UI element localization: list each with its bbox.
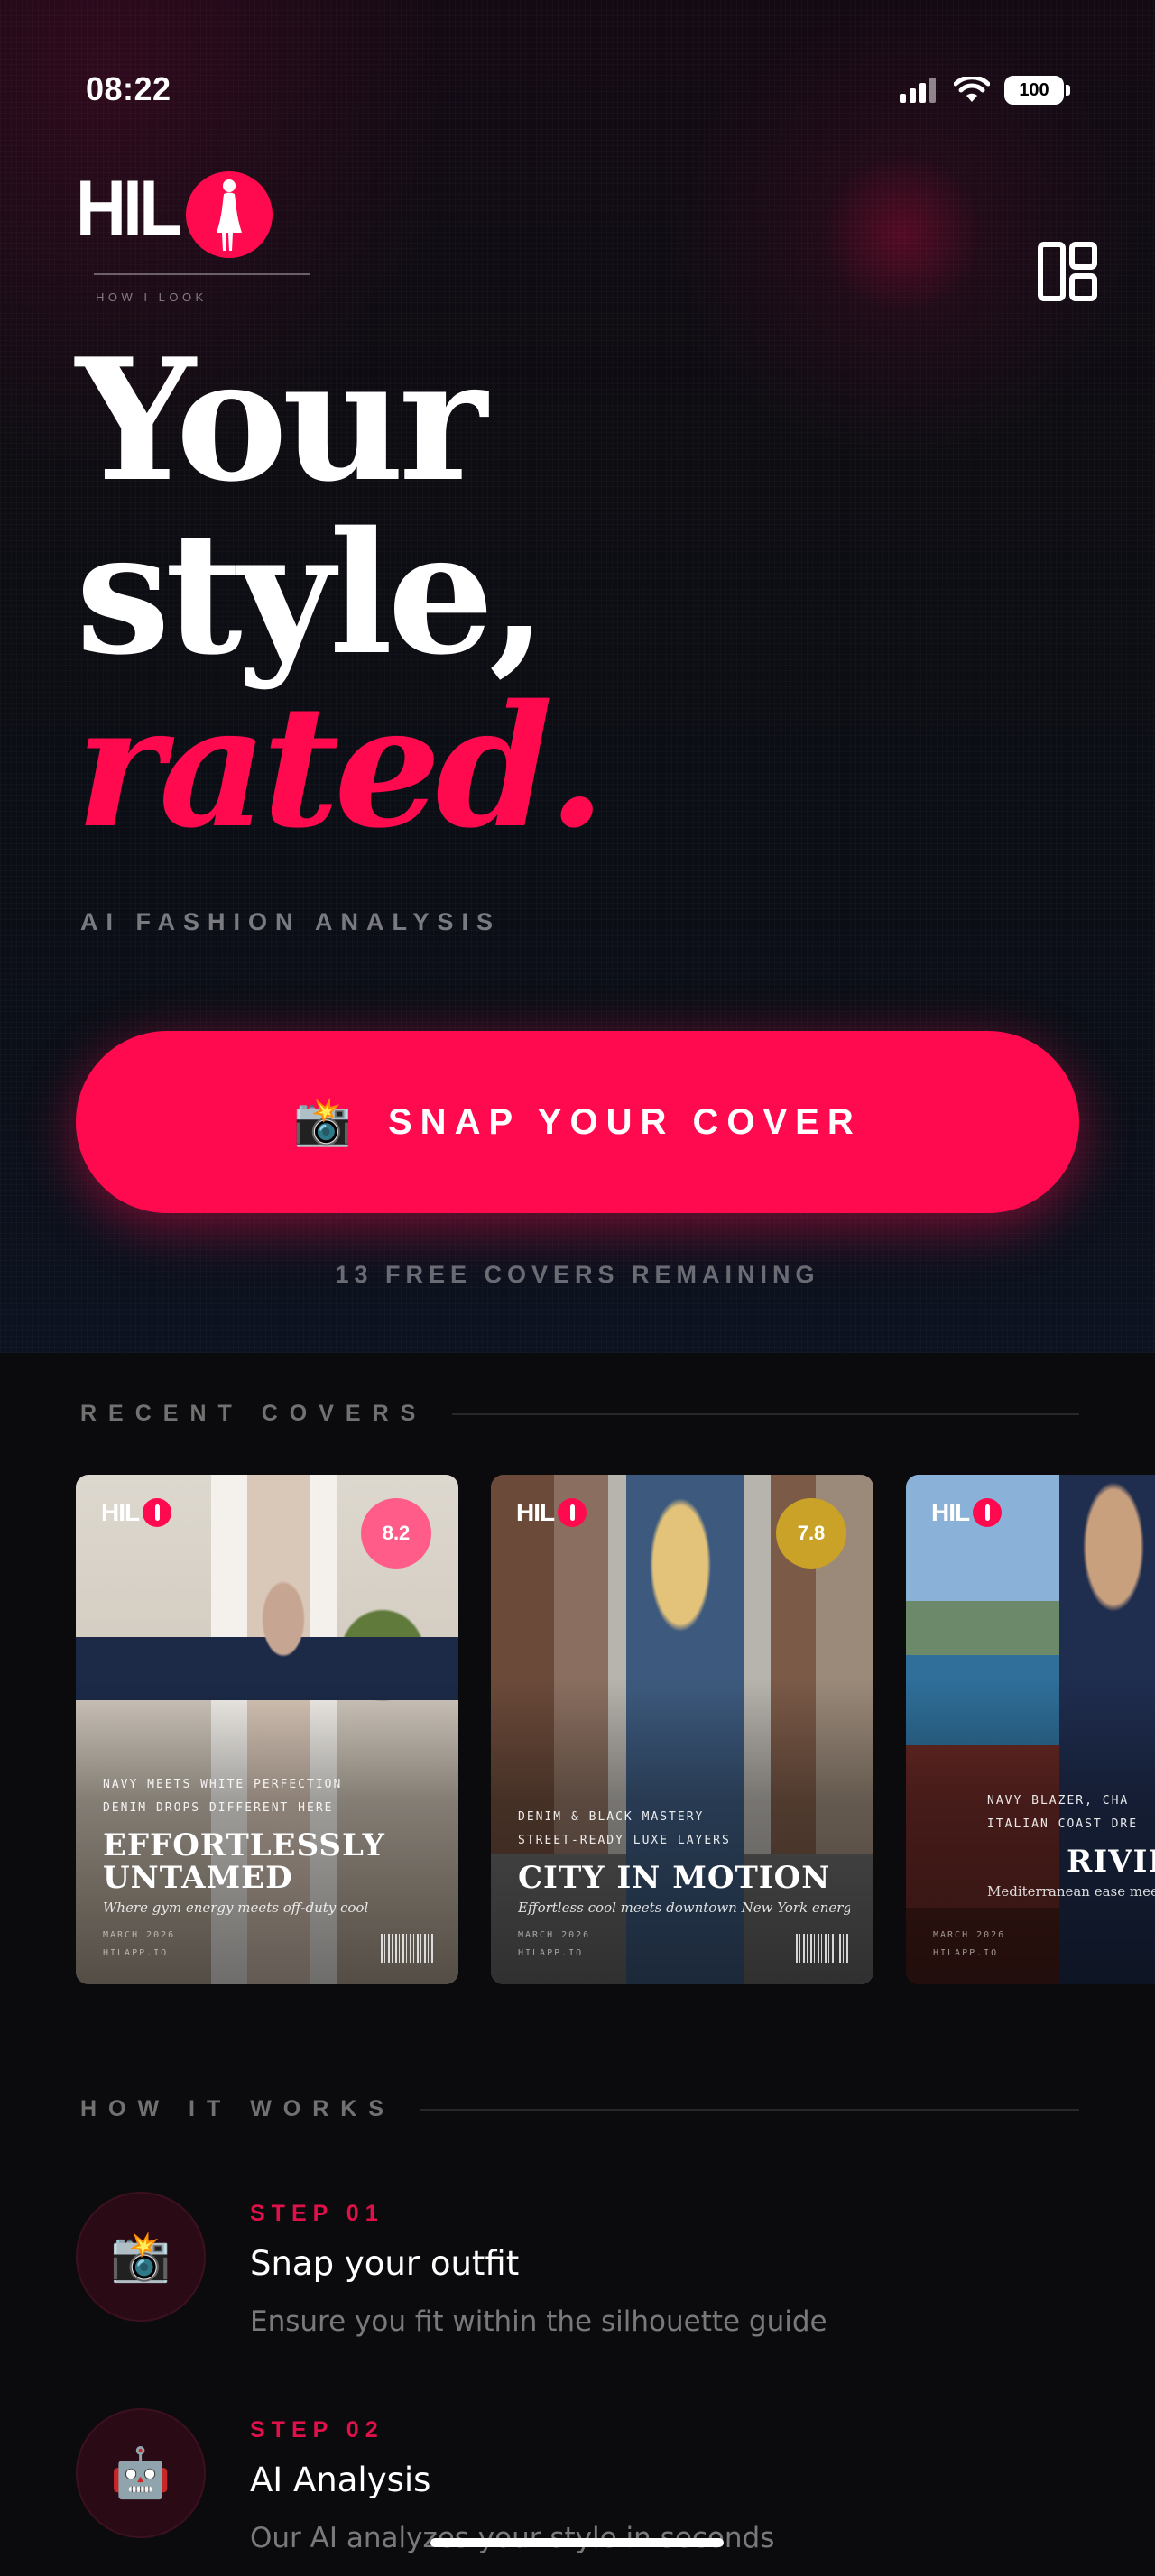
cover-card[interactable]: HIL 7.8 DENIM & BLACK MASTERY STREET-REA… — [491, 1475, 873, 1984]
cover-card[interactable]: HIL NAVY BLAZER, CHA ITALIAN COAST DRE R… — [906, 1475, 1155, 1984]
section-divider — [452, 1412, 1079, 1415]
cover-site: HILAPP.IO — [518, 1948, 584, 1958]
cover-footer: MARCH 2026 HILAPP.IO — [518, 1927, 850, 1963]
robot-icon: 🤖 — [76, 2408, 206, 2538]
step-number: STEP 02 — [250, 2417, 384, 2443]
hero-subtitle: AI FASHION ANALYSIS — [80, 908, 502, 935]
step-item: 📸 STEP 01 Snap your outfit Ensure you fi… — [76, 2192, 1079, 2372]
barcode-icon — [796, 1934, 850, 1963]
cover-title: EFFORTLESSLY UNTAMED — [103, 1827, 385, 1896]
score-badge: 8.2 — [361, 1498, 431, 1569]
cover-title: CITY IN MOTION — [518, 1860, 831, 1896]
cover-caption: Where gym energy meets off-duty cool — [103, 1900, 369, 1916]
silhouette-icon — [143, 1498, 172, 1527]
headline-accent: rated. — [76, 667, 606, 865]
cover-caption: Effortless cool meets downtown New York … — [518, 1900, 850, 1916]
silhouette-icon — [186, 171, 273, 258]
section-title: RECENT COVERS — [80, 1401, 428, 1426]
recent-covers-carousel[interactable]: HIL 8.2 NAVY MEETS WHITE PERFECTION DENI… — [76, 1475, 1155, 1984]
step-title: Snap your outfit — [250, 2244, 520, 2283]
recent-covers-header: RECENT COVERS — [80, 1401, 1079, 1427]
cover-logo-text: HIL — [931, 1498, 970, 1526]
layout-grid-icon[interactable] — [1036, 240, 1099, 303]
cover-footer: MARCH 2026 HILAPP.IO — [103, 1927, 435, 1963]
cover-date: MARCH 2026 — [103, 1930, 176, 1940]
section-divider — [420, 2108, 1079, 2111]
cover-caption-2: tailored — [987, 1900, 1155, 1916]
cover-tagline: ITALIAN COAST DRE — [987, 1817, 1139, 1831]
cover-title: RIVIERA — [1067, 1844, 1155, 1880]
cover-caption: Mediterranean ease mee — [987, 1883, 1155, 1900]
how-it-works-header: HOW IT WORKS — [80, 2096, 1079, 2122]
headline-line-2: style, — [76, 494, 547, 692]
status-time: 08:22 — [86, 70, 171, 107]
cover-site: HILAPP.IO — [933, 1948, 999, 1958]
score-badge: 7.8 — [776, 1498, 846, 1569]
logo-text: HIL — [76, 165, 181, 252]
cover-logo: HIL — [101, 1498, 172, 1527]
status-icons: 100 — [900, 76, 1070, 105]
cover-card[interactable]: HIL 8.2 NAVY MEETS WHITE PERFECTION DENI… — [76, 1475, 458, 1984]
cta-label: SNAP YOUR COVER — [388, 1101, 862, 1142]
headline-line-1: Your — [76, 321, 487, 519]
cover-date: MARCH 2026 — [518, 1930, 591, 1940]
cover-text: DENIM & BLACK MASTERY STREET-READY LUXE … — [518, 1806, 850, 1963]
camera-flash-icon: 📸 — [293, 1096, 352, 1148]
snap-your-cover-button[interactable]: 📸 SNAP YOUR COVER — [76, 1031, 1079, 1213]
silhouette-icon — [973, 1498, 1003, 1527]
step-item: 🤖 STEP 02 AI Analysis Our AI analyzes yo… — [76, 2408, 1079, 2576]
cover-tagline: DENIM DROPS DIFFERENT HERE — [103, 1801, 334, 1815]
cover-tagline: STREET-READY LUXE LAYERS — [518, 1834, 731, 1847]
section-title: HOW IT WORKS — [80, 2096, 396, 2121]
camera-flash-icon: 📸 — [76, 2192, 206, 2322]
home-indicator[interactable] — [430, 2538, 724, 2547]
cover-tagline: DENIM & BLACK MASTERY — [518, 1810, 705, 1824]
logo-tagline: HOW I LOOK — [96, 290, 208, 304]
app-logo: HIL HOW I LOOK — [76, 165, 310, 304]
cover-text: NAVY MEETS WHITE PERFECTION DENIM DROPS … — [103, 1773, 435, 1963]
cover-date: MARCH 2026 — [933, 1930, 1006, 1940]
free-covers-remaining: 13 FREE COVERS REMAINING — [335, 1261, 820, 1288]
step-description: Ensure you fit within the silhouette gui… — [250, 2305, 827, 2338]
battery-level: 100 — [1004, 76, 1064, 105]
cover-logo-text: HIL — [516, 1498, 555, 1526]
cover-tagline: NAVY MEETS WHITE PERFECTION — [103, 1778, 343, 1791]
logo-divider — [94, 273, 310, 275]
step-title: AI Analysis — [250, 2461, 431, 2499]
silhouette-icon — [558, 1498, 587, 1527]
battery-icon: 100 — [1004, 76, 1070, 105]
cover-logo-text: HIL — [101, 1498, 140, 1526]
barcode-icon — [381, 1934, 435, 1963]
wifi-icon — [954, 77, 990, 102]
cover-site: HILAPP.IO — [103, 1948, 169, 1958]
status-bar: 08:22 100 — [0, 0, 1155, 126]
cover-footer: MARCH 2026 HILAPP.IO — [933, 1927, 1155, 1963]
cover-logo: HIL — [516, 1498, 587, 1527]
signal-icon — [900, 78, 936, 103]
cover-logo: HIL — [931, 1498, 1003, 1527]
hero-headline: Your style, rated. — [76, 321, 606, 865]
cover-text: NAVY BLAZER, CHA ITALIAN COAST DRE RIVIE… — [933, 1789, 1155, 1963]
step-number: STEP 01 — [250, 2201, 384, 2226]
cover-tagline: NAVY BLAZER, CHA — [987, 1794, 1130, 1808]
